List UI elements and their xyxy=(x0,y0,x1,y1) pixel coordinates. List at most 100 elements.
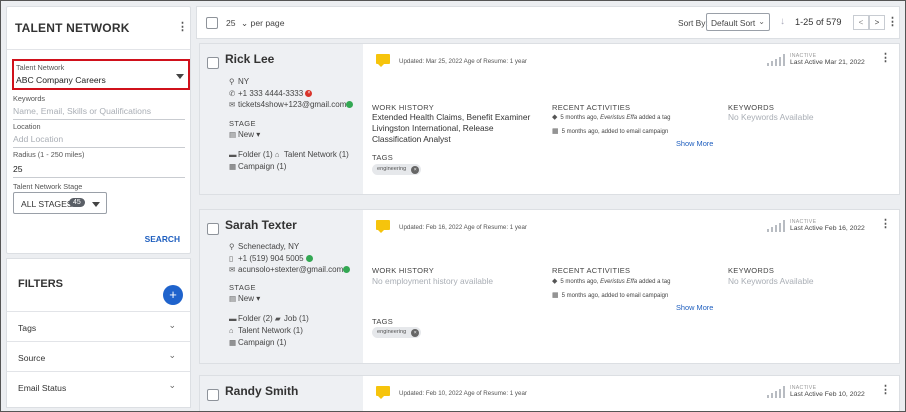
filters-panel: FILTERS + Tags ⌄ Source ⌄ Email Status ⌄ xyxy=(6,258,191,408)
radius-input[interactable]: 25 xyxy=(13,164,23,174)
notes-icon[interactable] xyxy=(376,386,390,399)
job-link[interactable]: Job (1) xyxy=(284,314,309,323)
caret-down-icon: ▾ xyxy=(256,294,261,303)
talent-network-panel: TALENT NETWORK ⋮ Talent Network ABC Comp… xyxy=(6,6,191,254)
next-page-button[interactable]: > xyxy=(869,15,885,30)
campaign-link[interactable]: Campaign (1) xyxy=(238,338,286,347)
filter-label: Tags xyxy=(18,323,37,333)
prev-page-button[interactable]: < xyxy=(853,15,869,30)
mobile-phone-icon: ▯ xyxy=(229,254,234,263)
panel-title: TALENT NETWORK xyxy=(15,21,130,35)
folder-link[interactable]: Folder (1) xyxy=(238,150,273,159)
more-options-icon[interactable]: ⋮ xyxy=(880,219,891,230)
show-more-link[interactable]: Show More xyxy=(676,303,713,312)
more-options-icon[interactable]: ⋮ xyxy=(887,17,898,28)
phone-text: +1 333 4444-3333 xyxy=(238,89,304,98)
more-options-icon[interactable]: ⋮ xyxy=(880,53,891,64)
more-options-icon[interactable]: ⋮ xyxy=(880,385,891,396)
filter-label: Email Status xyxy=(18,383,67,393)
folder-link[interactable]: Folder (2) xyxy=(238,314,273,323)
activity-text: 5 months ago, added to email campaign xyxy=(561,129,669,135)
filter-tags[interactable]: Tags ⌄ xyxy=(7,311,190,341)
location-input[interactable]: Add Location xyxy=(13,134,63,144)
sort-direction-icon[interactable]: ↓ xyxy=(780,16,785,27)
candidate-checkbox[interactable] xyxy=(207,57,219,69)
talent-network-select[interactable]: Talent Network ABC Company Careers xyxy=(12,59,190,90)
notes-icon[interactable] xyxy=(376,54,390,67)
activity-time: 5 months ago, xyxy=(560,279,601,285)
keywords-label: Keywords xyxy=(13,94,46,103)
filter-email-status[interactable]: Email Status ⌄ xyxy=(7,371,190,401)
campaign-link[interactable]: Campaign (1) xyxy=(238,162,286,171)
candidate-name[interactable]: Randy Smith xyxy=(225,384,298,398)
candidate-card[interactable]: Sarah Texter ⚲ Schenectady, NY ▯ +1 (519) … xyxy=(199,209,900,364)
stage-dropdown[interactable]: ▤ New ▾ xyxy=(229,130,260,139)
updated-text: Updated: Mar 25, 2022 Age of Resume: 1 y… xyxy=(399,58,527,65)
remove-tag-icon[interactable]: × xyxy=(411,165,420,174)
tag-label: engineering xyxy=(377,166,407,172)
notes-icon[interactable] xyxy=(376,220,390,233)
talent-network-link[interactable]: Talent Network (1) xyxy=(284,150,349,159)
sort-by-label: Sort By: xyxy=(678,18,708,28)
sort-select[interactable]: Default Sort ⌄ xyxy=(706,13,770,31)
tag-chip: engineering × xyxy=(372,164,422,175)
phone-row[interactable]: ✆ +1 333 4444-3333 × xyxy=(229,89,313,98)
email-icon: ✉ xyxy=(229,100,236,109)
results-range: 1-25 of 579 xyxy=(795,17,842,27)
phone-row[interactable]: ▯ +1 (519) 904 5005 xyxy=(229,254,313,263)
tag-icon: ◆ xyxy=(552,114,558,121)
more-options-icon[interactable]: ⋮ xyxy=(177,22,188,33)
stage-dropdown[interactable]: ▤ New ▾ xyxy=(229,294,260,303)
last-active-text: Last Active Feb 10, 2022 xyxy=(790,391,865,398)
folder-icon: ▬ xyxy=(229,314,237,323)
plus-icon: + xyxy=(169,287,177,302)
updated-text: Updated: Feb 10, 2022 Age of Resume: 1 y… xyxy=(399,390,527,397)
per-page-value: 25 xyxy=(226,18,236,28)
filter-label: Source xyxy=(18,353,46,363)
activity-user: Everistus Effa xyxy=(600,279,638,285)
stage-label: STAGE xyxy=(229,119,256,128)
stage-icon: ▤ xyxy=(229,294,237,303)
talent-network-row: ⌂ Talent Network (1) xyxy=(229,326,303,335)
remove-tag-icon[interactable]: × xyxy=(411,328,420,337)
filters-title: FILTERS xyxy=(18,278,64,290)
keywords-input[interactable]: Name, Email, Skills or Qualifications xyxy=(13,106,151,116)
select-all-checkbox[interactable] xyxy=(206,17,218,29)
stage-label: STAGE xyxy=(229,283,256,292)
work-history-line: Extended Health Claims, Benefit Examiner xyxy=(372,112,531,122)
folder-icon: ▬ xyxy=(229,150,237,159)
all-stages-dropdown[interactable]: ALL STAGES 45 xyxy=(13,192,107,214)
network-icon: ⌂ xyxy=(274,150,280,159)
activity-item: ◆ 5 months ago, Everistus Effa added a ta… xyxy=(552,277,670,285)
activity-action: added a tag xyxy=(637,115,671,121)
search-button[interactable]: SEARCH xyxy=(145,234,180,244)
tag-label: engineering xyxy=(377,329,407,335)
candidate-checkbox[interactable] xyxy=(207,389,219,401)
verified-email-icon xyxy=(343,266,351,274)
filter-source[interactable]: Source ⌄ xyxy=(7,341,190,371)
tags-title: TAGS xyxy=(372,153,394,162)
work-history-line: Livingston International, Release xyxy=(372,123,494,133)
candidate-card[interactable]: Rick Lee ⚲ NY ✆ +1 333 4444-3333 × ✉ ticket… xyxy=(199,43,900,195)
email-row[interactable]: ✉ tickets4show+123@gmail.com xyxy=(229,100,354,109)
candidate-checkbox[interactable] xyxy=(207,223,219,235)
invalid-phone-icon: × xyxy=(305,90,313,98)
map-pin-icon: ⚲ xyxy=(229,242,235,251)
stage-icon: ▤ xyxy=(229,130,237,139)
candidate-card[interactable]: Randy Smith Updated: Feb 10, 2022 Age of… xyxy=(199,375,900,411)
candidate-name[interactable]: Sarah Texter xyxy=(225,218,297,232)
add-filter-button[interactable]: + xyxy=(163,285,183,305)
candidate-name[interactable]: Rick Lee xyxy=(225,52,274,66)
email-row[interactable]: ✉ acunsolo+stexter@gmail.com xyxy=(229,265,351,274)
talent-network-link[interactable]: Talent Network (1) xyxy=(238,326,303,335)
results-toolbar: 25 ⌄ per page Sort By: Default Sort ⌄ ↓ … xyxy=(196,6,900,39)
show-more-link[interactable]: Show More xyxy=(676,139,713,148)
location-text: NY xyxy=(238,77,250,86)
per-page-select[interactable]: 25 ⌄ per page xyxy=(226,18,284,29)
briefcase-icon: ▰ xyxy=(274,314,281,323)
activity-item: ◆ 5 months ago, Everistus Effa added a ta… xyxy=(552,113,670,121)
activity-action: added a tag xyxy=(637,279,671,285)
location-row: ⚲ NY xyxy=(229,77,249,86)
campaign-icon: ▦ xyxy=(229,338,237,347)
tag-chip: engineering × xyxy=(372,327,422,338)
